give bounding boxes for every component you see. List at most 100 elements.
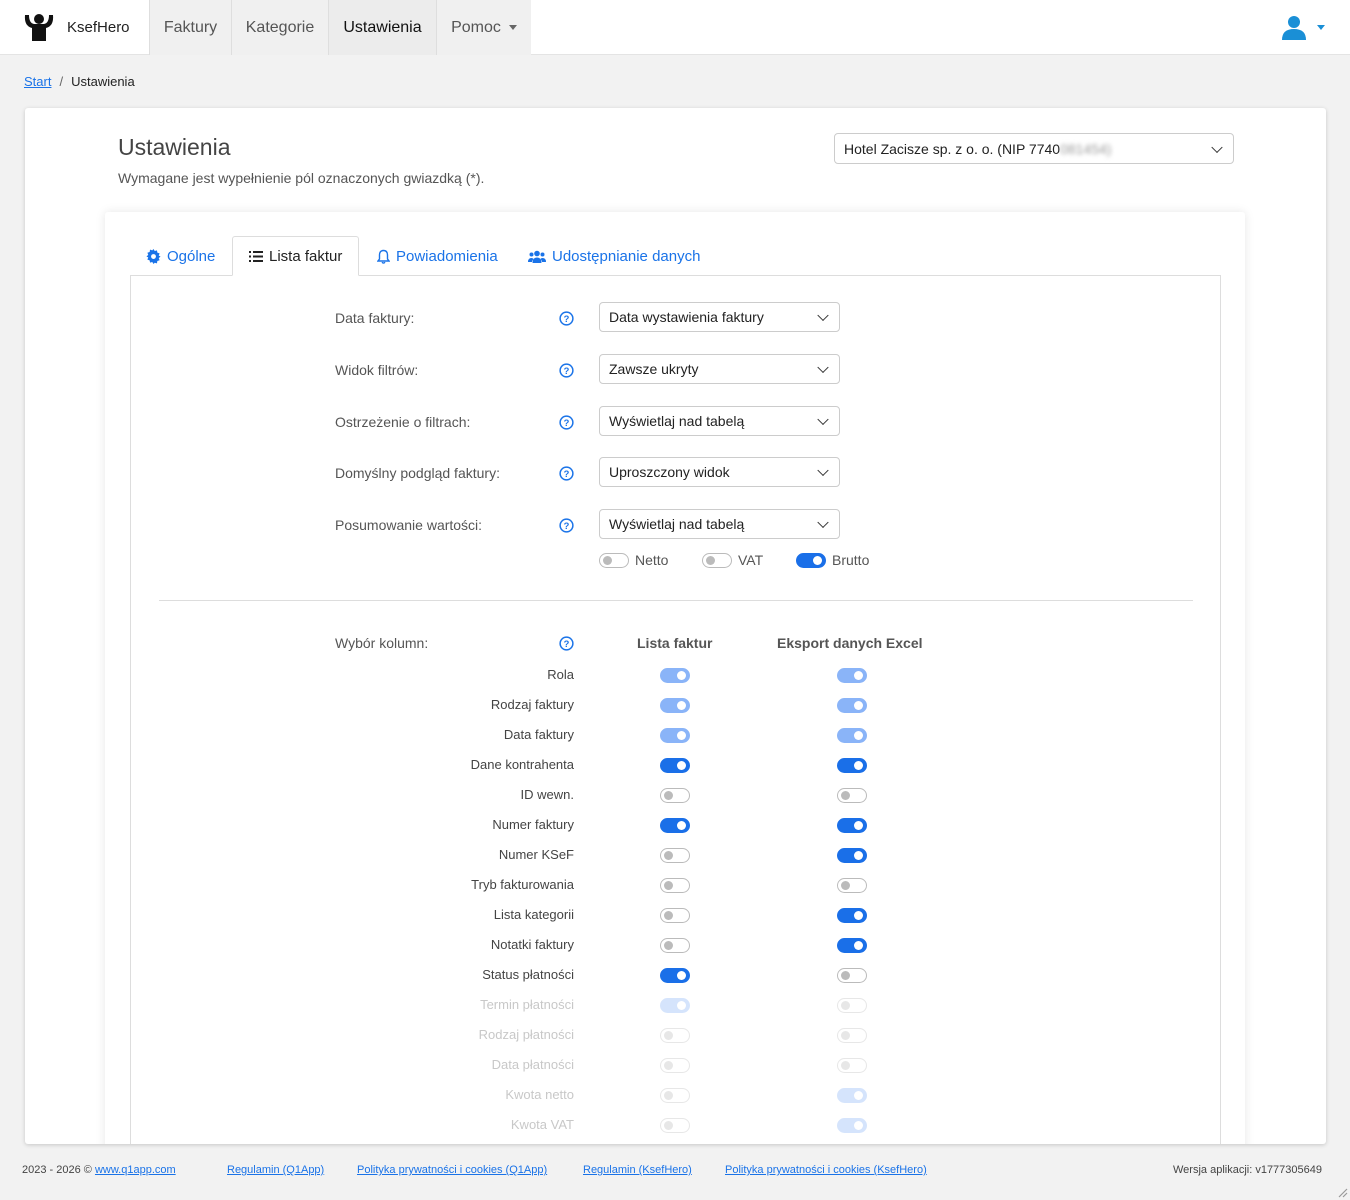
footer-link-polityka-q1app[interactable]: Polityka prywatności i cookies (Q1App)	[357, 1164, 547, 1176]
user-menu[interactable]	[1281, 14, 1325, 40]
toggle-column-excel[interactable]	[837, 848, 867, 863]
help-icon[interactable]: ?	[559, 311, 574, 326]
nav-faktury[interactable]: Faktury	[149, 0, 231, 55]
footer-copyright: 2023 - 2026 © www.q1app.com	[22, 1164, 176, 1176]
toggle-column-excel[interactable]	[837, 758, 867, 773]
toggle-column-lista[interactable]	[660, 848, 690, 863]
toggle-netto[interactable]	[599, 553, 629, 568]
nav-kategorie[interactable]: Kategorie	[231, 0, 328, 55]
tab-udostepnianie[interactable]: Udostępnianie danych	[512, 236, 716, 276]
chevron-down-icon	[817, 413, 829, 426]
column-row-label: Data faktury	[503, 727, 574, 742]
column-head-eksport-excel: Eksport danych Excel	[777, 635, 923, 651]
company-nip-blurred: 081454)	[1060, 140, 1112, 157]
help-icon[interactable]: ?	[559, 636, 574, 651]
page-subtitle: Wymagane jest wypełnienie pól oznaczonyc…	[118, 170, 485, 186]
brand-name: KsefHero	[67, 18, 130, 36]
company-select[interactable]: Hotel Zacisze sp. z o. o. (NIP 7740 08145…	[834, 133, 1234, 164]
nav-label: Ustawienia	[343, 18, 422, 36]
toggle-column-lista[interactable]	[660, 758, 690, 773]
column-row-label: Numer faktury	[492, 817, 574, 832]
select-widok-filtrow[interactable]: Zawsze ukryty	[599, 354, 840, 384]
nav-ustawienia[interactable]: Ustawienia	[328, 0, 436, 55]
footer-link-regulamin-q1app[interactable]: Regulamin (Q1App)	[227, 1164, 324, 1176]
tab-lista-faktur[interactable]: Lista faktur	[232, 236, 360, 276]
toggle-column-excel[interactable]	[837, 1088, 867, 1103]
nav-pomoc[interactable]: Pomoc	[436, 0, 531, 55]
select-podglad[interactable]: Uproszczony widok	[599, 457, 840, 487]
toggle-column-excel[interactable]	[837, 668, 867, 683]
toggle-column-excel[interactable]	[837, 1058, 867, 1073]
svg-text:?: ?	[564, 521, 570, 531]
select-posumowanie[interactable]: Wyświetlaj nad tabelą	[599, 509, 840, 539]
tab-ogolne[interactable]: Ogólne	[130, 236, 231, 276]
toggle-column-lista[interactable]	[660, 938, 690, 953]
toggle-column-excel[interactable]	[837, 728, 867, 743]
toggle-column-lista[interactable]	[660, 1028, 690, 1043]
toggle-column-excel[interactable]	[837, 998, 867, 1013]
chevron-down-icon	[508, 25, 517, 30]
toggle-column-lista[interactable]	[660, 1118, 690, 1133]
column-row-label: Dane kontrahenta	[470, 757, 574, 772]
select-value: Uproszczony widok	[609, 464, 730, 480]
toggle-column-excel[interactable]	[837, 818, 867, 833]
toggle-column-lista[interactable]	[660, 998, 690, 1013]
toggle-column-lista[interactable]	[660, 698, 690, 713]
nav-label: Pomoc	[451, 18, 501, 36]
column-row-label: ID wewn.	[520, 787, 574, 802]
toggle-column-lista[interactable]	[660, 1058, 690, 1073]
toggle-column-excel[interactable]	[837, 908, 867, 923]
gear-icon	[146, 248, 161, 264]
brand[interactable]: KsefHero	[22, 12, 130, 42]
footer-link-polityka-ksefhero[interactable]: Polityka prywatności i cookies (KsefHero…	[725, 1164, 927, 1176]
toggle-column-excel[interactable]	[837, 968, 867, 983]
bell-icon	[377, 249, 390, 264]
toggle-column-lista[interactable]	[660, 878, 690, 893]
footer-link-regulamin-ksefhero[interactable]: Regulamin (KsefHero)	[583, 1164, 692, 1176]
users-icon	[528, 250, 546, 263]
select-data-faktury[interactable]: Data wystawienia faktury	[599, 302, 840, 332]
column-row-label: Kwota netto	[505, 1087, 574, 1102]
tab-powiadomienia[interactable]: Powiadomienia	[361, 236, 514, 276]
column-row-label: Rodzaj faktury	[490, 697, 574, 712]
toggle-column-excel[interactable]	[837, 1028, 867, 1043]
svg-text:?: ?	[564, 639, 570, 649]
breadcrumb-start-link[interactable]: Start	[24, 74, 51, 89]
tab-label: Powiadomienia	[396, 247, 498, 265]
toggle-column-excel[interactable]	[837, 1118, 867, 1133]
toggle-brutto[interactable]	[796, 553, 826, 568]
company-name: Hotel Zacisze sp. z o. o. (NIP 7740	[844, 140, 1061, 157]
svg-text:?: ?	[564, 418, 570, 428]
select-ostrzezenie[interactable]: Wyświetlaj nad tabelą	[599, 406, 840, 436]
toggle-column-excel[interactable]	[837, 698, 867, 713]
field-label-data-faktury: Data faktury:	[335, 310, 415, 326]
resize-grip-icon[interactable]	[1336, 1186, 1348, 1198]
help-icon[interactable]: ?	[559, 415, 574, 430]
chevron-down-icon	[817, 361, 829, 374]
logo-icon	[24, 14, 54, 41]
toggle-column-lista[interactable]	[660, 968, 690, 983]
toggle-column-excel[interactable]	[837, 938, 867, 953]
help-icon[interactable]: ?	[559, 363, 574, 378]
toggle-vat[interactable]	[702, 553, 732, 568]
toggle-column-lista[interactable]	[660, 1088, 690, 1103]
toggle-column-lista[interactable]	[660, 728, 690, 743]
help-icon[interactable]: ?	[559, 466, 574, 481]
column-row-label: Rodzaj płatności	[478, 1027, 574, 1042]
toggle-column-excel[interactable]	[837, 878, 867, 893]
help-icon[interactable]: ?	[559, 518, 574, 533]
column-row-label: Tryb fakturowania	[471, 877, 574, 892]
toggle-column-lista[interactable]	[660, 668, 690, 683]
column-row-label: Termin płatności	[480, 997, 574, 1012]
toggle-column-lista[interactable]	[660, 788, 690, 803]
svg-text:?: ?	[564, 366, 570, 376]
toggle-column-excel[interactable]	[837, 788, 867, 803]
nav-label: Faktury	[163, 18, 218, 36]
toggle-column-lista[interactable]	[660, 818, 690, 833]
tab-label: Lista faktur	[269, 247, 343, 265]
footer-site-link[interactable]: www.q1app.com	[95, 1164, 176, 1176]
column-row-label: Numer KSeF	[498, 847, 574, 862]
tab-label: Ogólne	[167, 247, 216, 265]
toggle-column-lista[interactable]	[660, 908, 690, 923]
chevron-down-icon	[817, 309, 829, 322]
